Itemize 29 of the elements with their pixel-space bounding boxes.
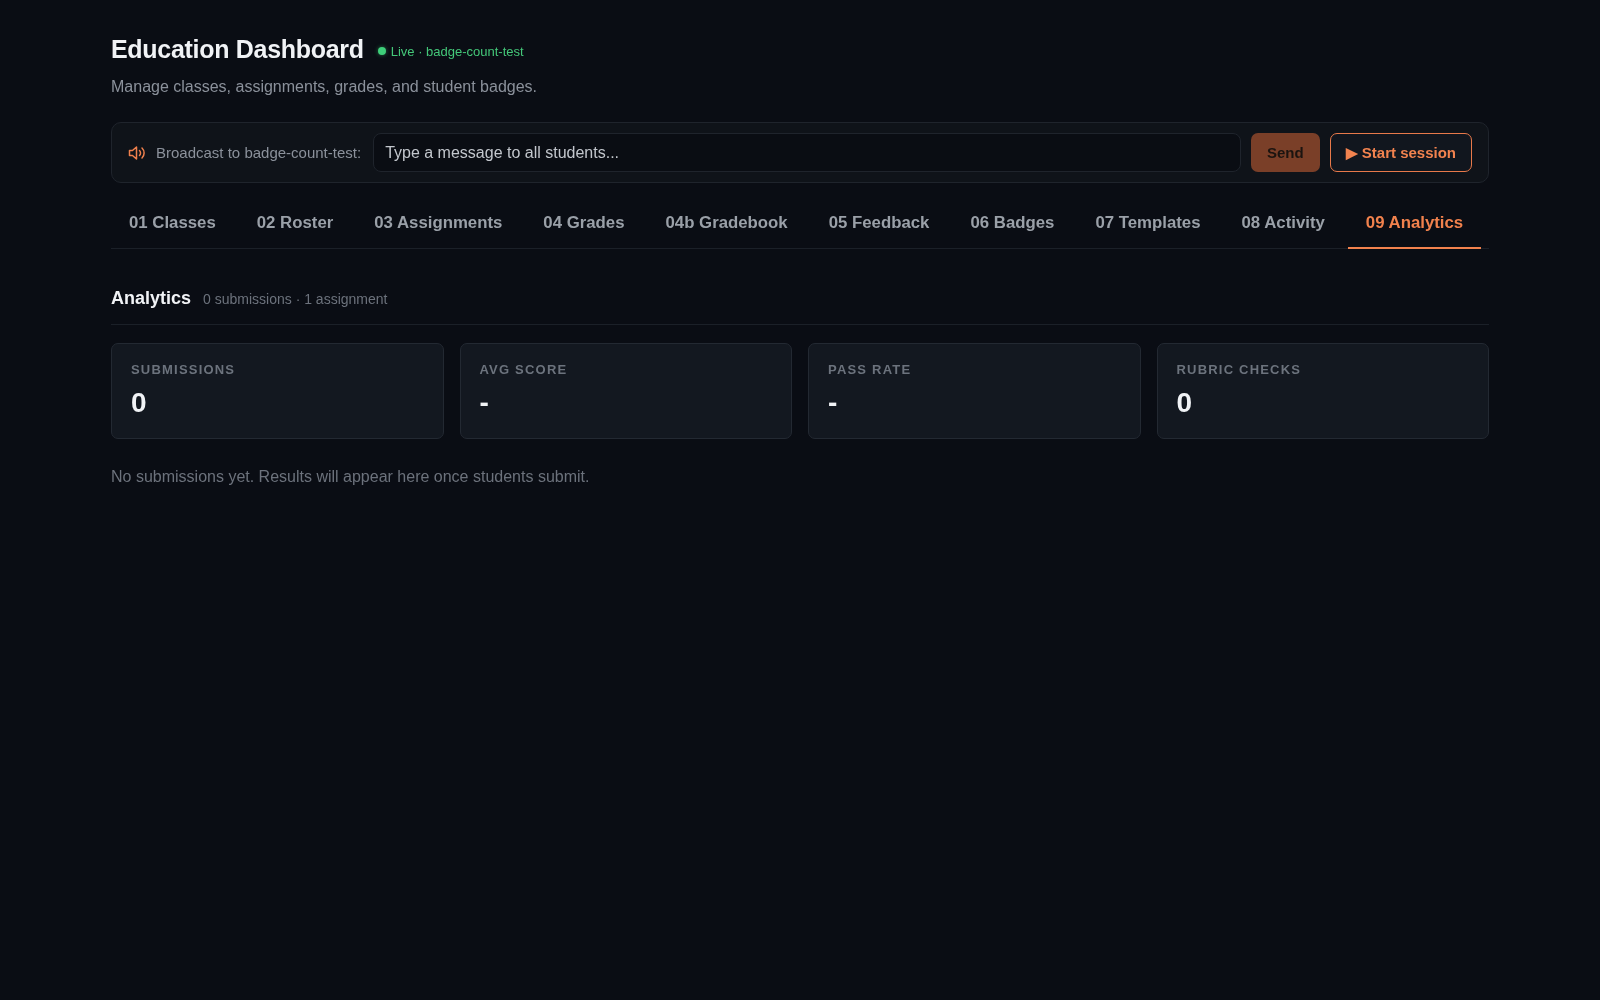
nav-tab[interactable]: 05 Feedback	[810, 197, 948, 249]
stat-label: AVG SCORE	[479, 362, 569, 378]
stat-label: RUBRIC CHECKS	[1176, 362, 1303, 378]
section-title: Analytics	[111, 287, 192, 310]
dashboard-subtitle: Manage classes, assignments, grades, and student badges.	[111, 77, 539, 97]
live-status: Live · badge-count-test	[390, 43, 524, 59]
nav-tab[interactable]: 04 Grades	[525, 197, 643, 249]
nav-tab[interactable]: 01 Classes	[111, 197, 234, 249]
status-dot-icon	[377, 47, 386, 55]
broadcast-label: Broadcast to badge-count-test:	[156, 144, 362, 161]
nav-tab[interactable]: 04b Gradebook	[647, 197, 806, 249]
section-meta: 0 submissions · 1 assignment	[203, 291, 388, 307]
stat-value: -	[828, 386, 839, 420]
start-session-button[interactable]: ▶ Start session	[1329, 133, 1472, 172]
nav-tab[interactable]: 09 Analytics	[1347, 197, 1482, 249]
stat-label: SUBMISSIONS	[131, 362, 237, 378]
stat-value: 0	[131, 386, 148, 420]
message-input[interactable]: Type a message to all students...	[373, 133, 1241, 172]
stat-label: PASS RATE	[828, 362, 913, 378]
nav-tab[interactable]: 03 Assignments	[356, 197, 521, 249]
speaker-icon	[128, 144, 146, 161]
empty-message: No submissions yet. Results will appear here once students submit.	[111, 467, 591, 487]
nav-tab[interactable]: 02 Roster	[238, 197, 352, 249]
stat-value: -	[479, 386, 490, 420]
stat-value: 0	[1176, 386, 1194, 420]
nav-tab[interactable]: 07 Templates	[1077, 197, 1219, 249]
nav-tab[interactable]: 06 Badges	[952, 197, 1073, 249]
dashboard-title: Education Dashboard	[111, 34, 364, 64]
nav-tab[interactable]: 08 Activity	[1223, 197, 1343, 249]
